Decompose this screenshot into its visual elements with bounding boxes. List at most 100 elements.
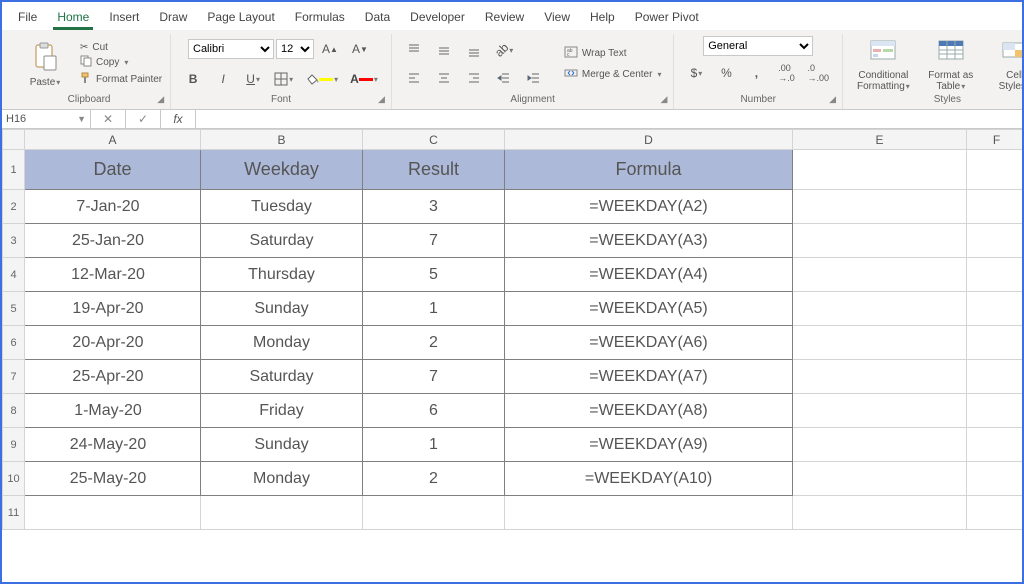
- align-top-button[interactable]: [400, 37, 428, 63]
- wrap-text-button[interactable]: abc Wrap Text: [560, 44, 666, 63]
- align-center-button[interactable]: [430, 65, 458, 91]
- cell-C1[interactable]: Result: [363, 150, 505, 190]
- font-size-select[interactable]: 12: [276, 39, 314, 59]
- increase-font-button[interactable]: A▲: [316, 36, 344, 62]
- cell-D1[interactable]: Formula: [505, 150, 793, 190]
- name-box[interactable]: H16 ▼: [2, 110, 91, 128]
- fill-color-button[interactable]: ▾: [300, 66, 343, 92]
- row-header-6[interactable]: 6: [3, 326, 25, 360]
- cell-E5[interactable]: [793, 292, 967, 326]
- cell-B5[interactable]: Sunday: [201, 292, 363, 326]
- format-as-table-button[interactable]: Format asTable▾: [922, 37, 980, 92]
- cell-A9[interactable]: 24-May-20: [25, 428, 201, 462]
- decrease-font-button[interactable]: A▼: [346, 36, 374, 62]
- cell-E11[interactable]: [793, 496, 967, 530]
- row-header-8[interactable]: 8: [3, 394, 25, 428]
- tab-home[interactable]: Home: [47, 6, 99, 30]
- cell-F3[interactable]: [967, 224, 1023, 258]
- cell-D10[interactable]: =WEEKDAY(A10): [505, 462, 793, 496]
- cell-E4[interactable]: [793, 258, 967, 292]
- cell-E9[interactable]: [793, 428, 967, 462]
- dialog-launcher-icon[interactable]: ◢: [829, 94, 836, 105]
- col-header-E[interactable]: E: [793, 130, 967, 150]
- cell-F9[interactable]: [967, 428, 1023, 462]
- orientation-button[interactable]: ab▾: [490, 37, 518, 63]
- row-header-3[interactable]: 3: [3, 224, 25, 258]
- cell-E10[interactable]: [793, 462, 967, 496]
- cell-C7[interactable]: 7: [363, 360, 505, 394]
- tab-review[interactable]: Review: [475, 6, 534, 30]
- cell-B4[interactable]: Thursday: [201, 258, 363, 292]
- cell-B3[interactable]: Saturday: [201, 224, 363, 258]
- cell-E1[interactable]: [793, 150, 967, 190]
- cell-D9[interactable]: =WEEKDAY(A9): [505, 428, 793, 462]
- comma-format-button[interactable]: ,: [742, 60, 770, 86]
- row-header-11[interactable]: 11: [3, 496, 25, 530]
- copy-button[interactable]: Copy▾: [80, 55, 162, 70]
- paste-button[interactable]: Paste▾: [16, 40, 74, 88]
- tab-data[interactable]: Data: [355, 6, 400, 30]
- cell-C4[interactable]: 5: [363, 258, 505, 292]
- cell-D2[interactable]: =WEEKDAY(A2): [505, 190, 793, 224]
- cell-E8[interactable]: [793, 394, 967, 428]
- cell-A3[interactable]: 25-Jan-20: [25, 224, 201, 258]
- increase-indent-button[interactable]: [520, 65, 548, 91]
- font-color-button[interactable]: A ▾: [345, 66, 383, 92]
- tab-draw[interactable]: Draw: [149, 6, 197, 30]
- cell-D3[interactable]: =WEEKDAY(A3): [505, 224, 793, 258]
- increase-decimal-button[interactable]: .00→.0: [772, 60, 800, 86]
- dialog-launcher-icon[interactable]: ◢: [157, 94, 164, 105]
- cell-styles-button[interactable]: CellStyles▾: [986, 37, 1024, 92]
- cell-D8[interactable]: =WEEKDAY(A8): [505, 394, 793, 428]
- cell-D4[interactable]: =WEEKDAY(A4): [505, 258, 793, 292]
- italic-button[interactable]: I: [209, 66, 237, 92]
- decrease-decimal-button[interactable]: .0→.00: [802, 60, 834, 86]
- cell-C9[interactable]: 1: [363, 428, 505, 462]
- cell-D7[interactable]: =WEEKDAY(A7): [505, 360, 793, 394]
- select-all-corner[interactable]: [3, 130, 25, 150]
- cell-C10[interactable]: 2: [363, 462, 505, 496]
- formula-input[interactable]: [196, 110, 1022, 128]
- percent-format-button[interactable]: %: [712, 60, 740, 86]
- cell-F7[interactable]: [967, 360, 1023, 394]
- row-header-2[interactable]: 2: [3, 190, 25, 224]
- cell-C8[interactable]: 6: [363, 394, 505, 428]
- cell-E3[interactable]: [793, 224, 967, 258]
- border-button[interactable]: ▾: [269, 66, 298, 92]
- cancel-formula-button[interactable]: ✕: [91, 110, 126, 128]
- cell-D6[interactable]: =WEEKDAY(A6): [505, 326, 793, 360]
- row-header-4[interactable]: 4: [3, 258, 25, 292]
- align-middle-button[interactable]: [430, 37, 458, 63]
- align-right-button[interactable]: [460, 65, 488, 91]
- cell-C5[interactable]: 1: [363, 292, 505, 326]
- cell-D5[interactable]: =WEEKDAY(A5): [505, 292, 793, 326]
- enter-formula-button[interactable]: ✓: [126, 110, 161, 128]
- cell-A11[interactable]: [25, 496, 201, 530]
- merge-center-button[interactable]: Merge & Center▾: [560, 65, 666, 84]
- cell-A1[interactable]: Date: [25, 150, 201, 190]
- row-header-10[interactable]: 10: [3, 462, 25, 496]
- cell-B6[interactable]: Monday: [201, 326, 363, 360]
- bold-button[interactable]: B: [179, 66, 207, 92]
- cell-A7[interactable]: 25-Apr-20: [25, 360, 201, 394]
- cell-F8[interactable]: [967, 394, 1023, 428]
- cut-button[interactable]: ✂ Cut: [80, 42, 162, 53]
- decrease-indent-button[interactable]: [490, 65, 518, 91]
- row-header-9[interactable]: 9: [3, 428, 25, 462]
- cell-B1[interactable]: Weekday: [201, 150, 363, 190]
- cell-F6[interactable]: [967, 326, 1023, 360]
- cell-F4[interactable]: [967, 258, 1023, 292]
- cell-E7[interactable]: [793, 360, 967, 394]
- cell-A8[interactable]: 1-May-20: [25, 394, 201, 428]
- align-bottom-button[interactable]: [460, 37, 488, 63]
- accounting-format-button[interactable]: $▾: [682, 60, 710, 86]
- tab-page-layout[interactable]: Page Layout: [197, 6, 284, 30]
- insert-function-button[interactable]: fx: [161, 110, 196, 128]
- cell-C2[interactable]: 3: [363, 190, 505, 224]
- tab-view[interactable]: View: [534, 6, 580, 30]
- cell-F1[interactable]: [967, 150, 1023, 190]
- row-header-1[interactable]: 1: [3, 150, 25, 190]
- col-header-B[interactable]: B: [201, 130, 363, 150]
- cell-A6[interactable]: 20-Apr-20: [25, 326, 201, 360]
- cell-C3[interactable]: 7: [363, 224, 505, 258]
